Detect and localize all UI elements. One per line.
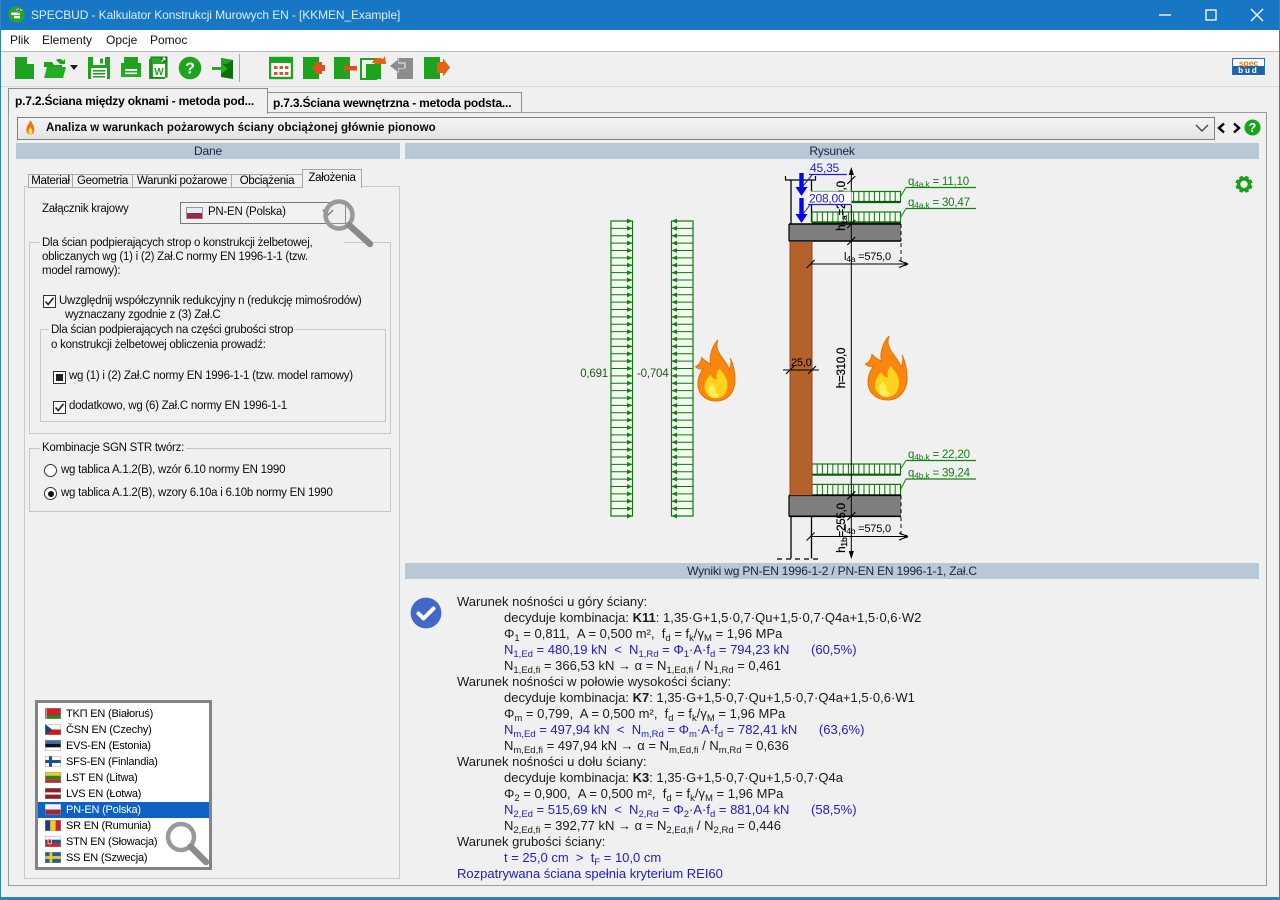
- svg-text:q4a,k = 11,10: q4a,k = 11,10: [908, 176, 969, 189]
- svg-text:h=310,0: h=310,0: [836, 348, 848, 389]
- svg-text:45,35: 45,35: [810, 161, 840, 175]
- svg-text:?: ?: [185, 61, 195, 78]
- svg-text:q4a,k = 30,47: q4a,k = 30,47: [908, 197, 970, 210]
- svg-text:208,00: 208,00: [809, 192, 845, 206]
- svg-text:25,0: 25,0: [791, 357, 812, 369]
- svg-text:h1b=255,0: h1b=255,0: [836, 503, 849, 553]
- svg-text:W: W: [154, 67, 164, 78]
- svg-text:EN: EN: [16, 8, 23, 13]
- svg-text:q4b,k = 39,24: q4b,k = 39,24: [908, 468, 971, 481]
- svg-text:?: ?: [1249, 121, 1257, 135]
- svg-text:q4b,k = 22,20: q4b,k = 22,20: [908, 449, 970, 462]
- svg-text:-0,704: -0,704: [637, 368, 669, 380]
- svg-text:bud: bud: [1238, 66, 1259, 75]
- svg-text:0,691: 0,691: [580, 368, 608, 380]
